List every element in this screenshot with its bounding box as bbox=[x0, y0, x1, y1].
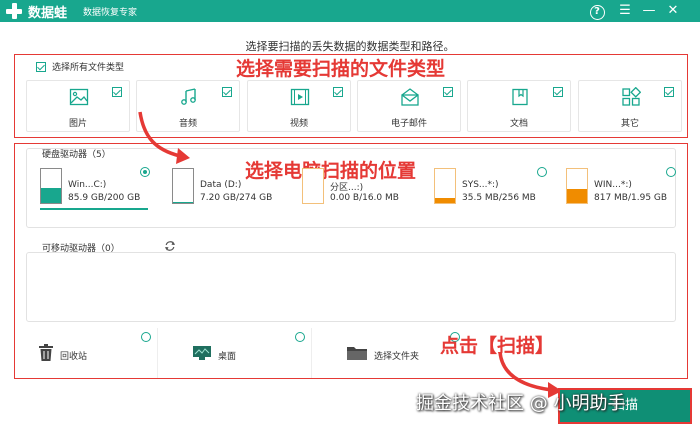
type-label: 文档 bbox=[509, 119, 528, 129]
app-logo-icon bbox=[6, 3, 22, 19]
refresh-icon[interactable] bbox=[164, 240, 176, 252]
other-icon bbox=[622, 87, 641, 106]
type-card-video[interactable]: 视频 bbox=[247, 80, 351, 132]
type-checkbox[interactable] bbox=[112, 87, 122, 97]
type-card-other[interactable]: 其它 bbox=[578, 80, 682, 132]
trash-icon bbox=[39, 344, 53, 361]
location-desktop[interactable]: 桌面 bbox=[184, 328, 312, 378]
location-recycle-bin[interactable]: 回收站 bbox=[30, 328, 158, 378]
app-name: 数据蛙 bbox=[28, 6, 68, 21]
drive-size: 7.20 GB/274 GB bbox=[200, 193, 273, 203]
drive-name: SYS...*:) bbox=[462, 180, 499, 190]
drive-d[interactable]: Data (D:) 7.20 GB/274 GB bbox=[172, 168, 282, 218]
title-bar: 数据蛙 数据恢复专家 ? ☰ — ✕ bbox=[0, 0, 700, 22]
drive-partition[interactable]: 分区...:) 0.00 B/16.0 MB bbox=[302, 168, 412, 218]
drive-name: 分区...:) bbox=[330, 183, 364, 193]
drive-radio[interactable] bbox=[537, 167, 547, 177]
drive-icon bbox=[172, 168, 194, 204]
location-label: 桌面 bbox=[218, 352, 237, 362]
removable-drives-panel bbox=[26, 252, 676, 322]
drive-size: 35.5 MB/256 MB bbox=[462, 193, 536, 203]
drive-icon bbox=[302, 168, 324, 204]
type-checkbox[interactable] bbox=[443, 87, 453, 97]
close-button[interactable]: ✕ bbox=[662, 2, 684, 20]
select-all-label: 选择所有文件类型 bbox=[52, 63, 125, 73]
drive-icon bbox=[566, 168, 588, 204]
desktop-icon bbox=[193, 346, 211, 360]
drive-icon bbox=[40, 168, 62, 204]
menu-button[interactable]: ☰ bbox=[614, 2, 636, 20]
help-icon: ? bbox=[589, 5, 605, 20]
location-radio[interactable] bbox=[141, 332, 151, 342]
drive-size: 817 MB/1.95 GB bbox=[594, 193, 668, 203]
type-checkbox[interactable] bbox=[553, 87, 563, 97]
type-label: 图片 bbox=[68, 119, 87, 129]
watermark: 掘金技术社区 @ 小明助手 bbox=[416, 393, 626, 414]
help-button[interactable]: ? bbox=[586, 2, 608, 20]
annotation-file-types: 选择需要扫描的文件类型 bbox=[236, 58, 446, 80]
type-checkbox[interactable] bbox=[222, 87, 232, 97]
instruction-text: 选择要扫描的丢失数据的数据类型和路径。 bbox=[245, 40, 455, 53]
drive-size: 85.9 GB/200 GB bbox=[68, 193, 141, 203]
drive-name: WIN...*:) bbox=[594, 180, 632, 190]
type-card-image[interactable]: 图片 bbox=[26, 80, 130, 132]
drive-icon bbox=[434, 168, 456, 204]
type-label: 其它 bbox=[620, 119, 639, 129]
image-icon bbox=[69, 88, 89, 106]
minimize-button[interactable]: — bbox=[638, 2, 660, 20]
document-icon bbox=[512, 88, 528, 106]
pointer-arrow bbox=[138, 111, 190, 164]
music-icon bbox=[181, 88, 196, 105]
drive-c[interactable]: Win...C:) 85.9 GB/200 GB bbox=[40, 167, 150, 218]
hard-drives-label: 硬盘驱动器（5） bbox=[42, 150, 111, 160]
type-card-document[interactable]: 文档 bbox=[467, 80, 571, 132]
email-icon bbox=[401, 88, 419, 106]
drive-win[interactable]: WIN...*:) 817 MB/1.95 GB bbox=[566, 167, 676, 218]
drive-sys[interactable]: SYS...*:) 35.5 MB/256 MB bbox=[434, 167, 554, 218]
folder-icon bbox=[347, 347, 367, 360]
type-card-email[interactable]: 电子邮件 bbox=[357, 80, 461, 132]
drive-name: Data (D:) bbox=[200, 180, 242, 190]
type-label: 电子邮件 bbox=[390, 119, 427, 129]
checkbox-icon bbox=[36, 61, 46, 72]
location-label: 选择文件夹 bbox=[374, 352, 420, 362]
video-icon bbox=[290, 88, 310, 106]
location-radio[interactable] bbox=[295, 332, 305, 342]
drive-size: 0.00 B/16.0 MB bbox=[330, 193, 399, 203]
location-label: 回收站 bbox=[60, 352, 88, 362]
select-all-checkbox[interactable]: 选择所有文件类型 bbox=[36, 60, 124, 73]
drive-name: Win...C:) bbox=[68, 180, 107, 190]
drive-radio[interactable] bbox=[140, 167, 150, 177]
type-checkbox[interactable] bbox=[664, 87, 674, 97]
type-checkbox[interactable] bbox=[333, 87, 343, 97]
type-label: 视频 bbox=[289, 119, 308, 129]
drive-radio[interactable] bbox=[666, 167, 676, 177]
app-subtitle: 数据恢复专家 bbox=[83, 8, 138, 18]
